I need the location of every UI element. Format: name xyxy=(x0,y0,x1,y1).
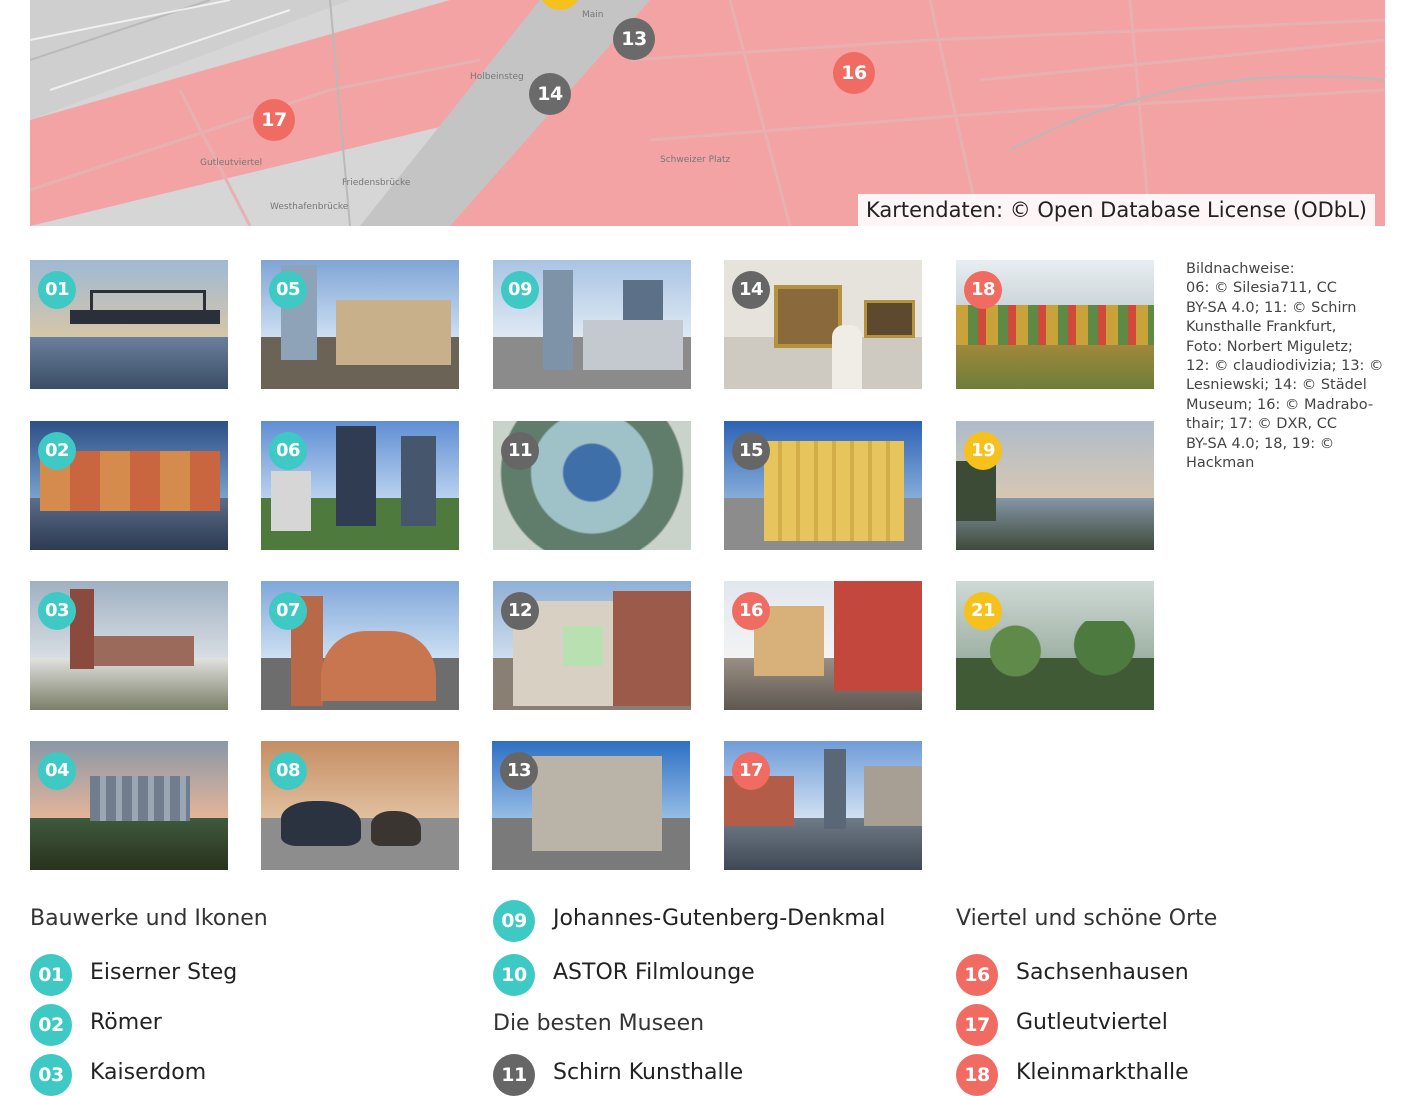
photo-tile-03[interactable]: 03 xyxy=(30,581,228,710)
tile-badge: 08 xyxy=(269,752,307,790)
photo-tile-14[interactable]: 14 xyxy=(724,260,922,389)
photo-tile-16[interactable]: 16 xyxy=(724,581,922,710)
photo-tile-04[interactable]: 04 xyxy=(30,741,228,870)
tile-badge: 17 xyxy=(732,752,770,790)
credits-line: Foto: Norbert Miguletz; xyxy=(1186,338,1353,355)
legend-badge: 03 xyxy=(30,1054,72,1096)
legend-badge: 11 xyxy=(493,1054,535,1096)
tile-badge: 21 xyxy=(964,592,1002,630)
legend-badge: 10 xyxy=(493,954,535,996)
credits-line: BY-SA 4.0; 11: © Schirn xyxy=(1186,299,1357,316)
legend-label: Sachsenhausen xyxy=(1016,960,1189,985)
photo-tile-11[interactable]: 11 xyxy=(493,421,691,550)
legend-label: Eiserner Steg xyxy=(90,960,238,985)
tile-badge: 09 xyxy=(501,271,539,309)
map-label-gutleutviertel: Gutleutviertel xyxy=(200,158,263,168)
legend-label: Kaiserdom xyxy=(90,1060,207,1085)
map-pin-14[interactable]: 14 xyxy=(529,73,571,115)
legend-heading-museen: Die besten Museen xyxy=(493,1011,705,1036)
credits-line: thair; 17: © DXR, CC xyxy=(1186,416,1337,433)
map-attribution: Kartendaten: © Open Database License (OD… xyxy=(857,194,1375,226)
tile-badge: 16 xyxy=(732,592,770,630)
credits-line: 12: © claudiodivizia; 13: © xyxy=(1186,358,1384,375)
legend-badge: 02 xyxy=(30,1004,72,1046)
photo-tile-05[interactable]: 05 xyxy=(261,260,459,389)
legend-label: Römer xyxy=(90,1010,162,1035)
map-label-friedensbruecke: Friedensbrücke xyxy=(342,178,411,188)
tile-badge: 11 xyxy=(501,432,539,470)
tile-badge: 03 xyxy=(38,592,76,630)
legend-label: Schirn Kunsthalle xyxy=(553,1060,744,1085)
credits-line: 06: © Silesia711, CC xyxy=(1186,280,1337,297)
legend-label: Johannes-Gutenberg-Denkmal xyxy=(553,906,886,931)
city-map[interactable]: Holbeinsteg Friedensbrücke Westhafenbrüc… xyxy=(30,0,1385,226)
map-label-main: Main xyxy=(582,10,604,20)
photo-tile-06[interactable]: 06 xyxy=(261,421,459,550)
photo-tile-18[interactable]: 18 xyxy=(956,260,1154,389)
credits-line: Kunsthalle Frankfurt, xyxy=(1186,319,1337,336)
tile-badge: 18 xyxy=(964,271,1002,309)
map-label-schweizer-platz: Schweizer Platz xyxy=(660,155,731,165)
legend-badge: 17 xyxy=(956,1004,998,1046)
photo-tile-02[interactable]: 02 xyxy=(30,421,228,550)
map-pin-17[interactable]: 17 xyxy=(253,99,295,141)
tile-badge: 04 xyxy=(38,752,76,790)
credits-line: Museum; 16: © Madrabo- xyxy=(1186,396,1374,413)
credits-line: BY-SA 4.0; 18, 19: © xyxy=(1186,435,1335,452)
tile-badge: 01 xyxy=(38,271,76,309)
photo-tile-13[interactable]: 13 xyxy=(492,741,690,870)
photo-tile-21[interactable]: 21 xyxy=(956,581,1154,710)
tile-badge: 02 xyxy=(38,432,76,470)
tile-badge: 12 xyxy=(501,592,539,630)
photo-tile-08[interactable]: 08 xyxy=(261,741,459,870)
photo-tile-01[interactable]: 01 xyxy=(30,260,228,389)
photo-tile-09[interactable]: 09 xyxy=(493,260,691,389)
tile-badge: 19 xyxy=(964,432,1002,470)
credits-line: Lesniewski; 14: © Städel xyxy=(1186,377,1367,394)
tile-badge: 06 xyxy=(269,432,307,470)
image-credits: Bildnachweise: 06: © Silesia711, CC BY-S… xyxy=(1186,260,1386,473)
legend-badge: 18 xyxy=(956,1054,998,1096)
legend-heading-viertel: Viertel und schöne Orte xyxy=(956,906,1218,931)
legend-badge: 16 xyxy=(956,954,998,996)
tile-badge: 14 xyxy=(732,271,770,309)
photo-tile-12[interactable]: 12 xyxy=(493,581,691,710)
map-label-holbeinsteg: Holbeinsteg xyxy=(470,72,524,82)
photo-tile-17[interactable]: 17 xyxy=(724,741,922,870)
legend-badge: 09 xyxy=(493,900,535,942)
photo-tile-07[interactable]: 07 xyxy=(261,581,459,710)
credits-line: Hackman xyxy=(1186,455,1255,472)
photo-tile-19[interactable]: 19 xyxy=(956,421,1154,550)
map-pin-16[interactable]: 16 xyxy=(833,52,875,94)
legend-label: Gutleutviertel xyxy=(1016,1010,1168,1035)
tile-badge: 07 xyxy=(269,592,307,630)
tile-badge: 05 xyxy=(269,271,307,309)
tile-badge: 15 xyxy=(732,432,770,470)
credits-line: Bildnachweise: xyxy=(1186,261,1295,277)
map-label-westhafenbruecke: Westhafenbrücke xyxy=(270,202,349,212)
legend-label: ASTOR Filmlounge xyxy=(553,960,755,985)
legend-heading-bauwerke: Bauwerke und Ikonen xyxy=(30,906,268,931)
map-pin-13[interactable]: 13 xyxy=(613,18,655,60)
legend-badge: 01 xyxy=(30,954,72,996)
tile-badge: 13 xyxy=(500,752,538,790)
legend-label: Kleinmarkthalle xyxy=(1016,1060,1189,1085)
photo-tile-15[interactable]: 15 xyxy=(724,421,922,550)
map-base xyxy=(30,0,1385,226)
